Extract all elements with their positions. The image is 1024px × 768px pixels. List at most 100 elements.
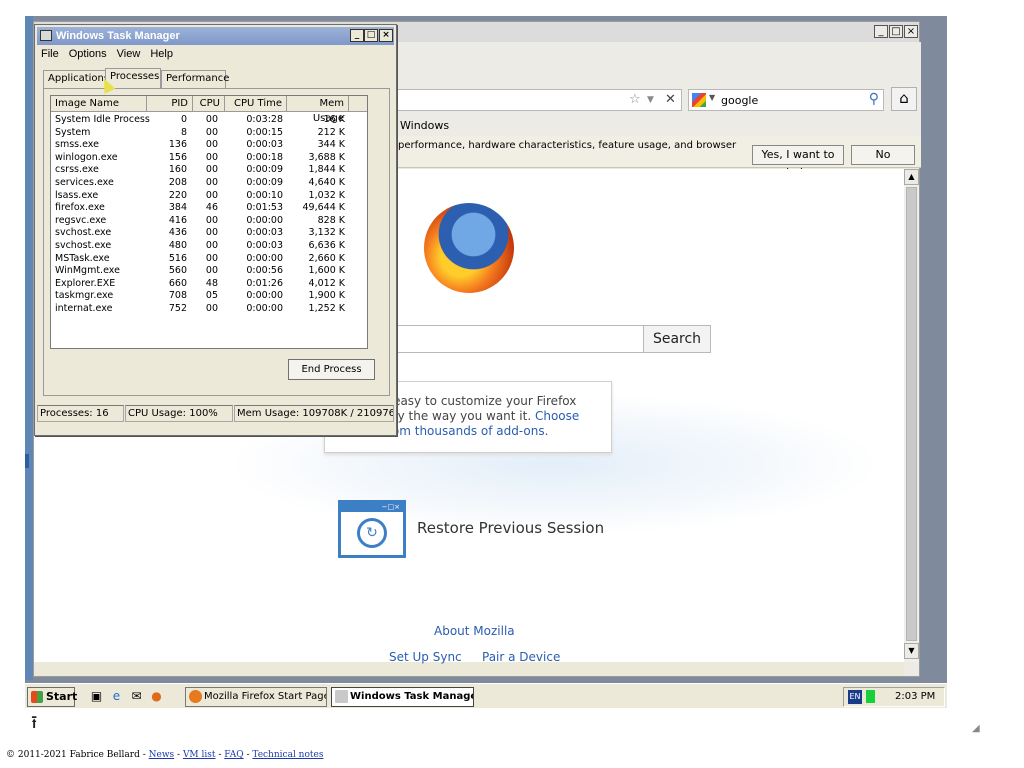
process-row[interactable]: csrss.exe 160 00 0:00:09 1,844 K <box>51 164 367 177</box>
close-icon[interactable]: × <box>379 29 393 42</box>
google-icon[interactable] <box>692 93 706 107</box>
process-cell: 00 <box>205 114 218 125</box>
process-cell: 0:01:53 <box>246 202 283 214</box>
process-cell: 05 <box>205 290 218 302</box>
process-row[interactable]: regsvc.exe 416 00 0:00:00 828 K <box>51 215 367 228</box>
dropdown-icon[interactable]: ▼ <box>647 95 654 105</box>
search-icon[interactable]: ⚲ <box>869 91 879 107</box>
process-cell: 00 <box>205 303 218 314</box>
about-mozilla-link[interactable]: About Mozilla <box>434 624 515 638</box>
process-cell: 48 <box>205 277 218 289</box>
process-cell: 00 <box>205 126 218 138</box>
google-search-input[interactable] <box>391 325 647 353</box>
stop-icon[interactable]: ✕ <box>665 92 676 107</box>
process-row[interactable]: System Idle Process 0 00 0:03:28 16 K <box>51 114 367 127</box>
process-cell: 0:00:03 <box>246 227 283 239</box>
process-cell: Explorer.EXE <box>55 277 116 289</box>
col-mem-usage[interactable]: Mem Usage <box>287 96 349 124</box>
show-desktop-icon[interactable]: ▣ <box>89 689 104 704</box>
process-row[interactable]: firefox.exe 384 46 0:01:53 49,644 K <box>51 202 367 215</box>
minimize-icon[interactable]: _ <box>350 29 364 42</box>
bookmark-item[interactable]: Windows <box>400 119 449 132</box>
maximize-icon[interactable]: □ <box>364 29 378 42</box>
no-button[interactable]: No <box>851 145 915 165</box>
restore-session-button[interactable]: Restore Previous Session <box>417 519 604 537</box>
process-cell: 0:00:00 <box>246 290 283 302</box>
process-row[interactable]: Explorer.EXE 660 48 0:01:26 4,012 K <box>51 278 367 291</box>
col-cpu-time[interactable]: CPU Time <box>225 96 287 112</box>
vm-screen[interactable]: _ □ × ☆ ▼ ✕ ▼ google ⚲ ⌂ Windows perform… <box>25 16 947 708</box>
scroll-thumb[interactable] <box>906 187 917 641</box>
process-cell: 416 <box>168 214 187 226</box>
process-cell: 00 <box>205 227 218 239</box>
faq-link[interactable]: FAQ <box>224 750 243 760</box>
search-box[interactable]: ▼ google ⚲ <box>688 89 884 111</box>
end-process-button[interactable]: End Process <box>288 359 375 380</box>
taskbar-firefox[interactable]: Mozilla Firefox Start Page... <box>185 687 327 707</box>
vertical-scrollbar[interactable]: ▲ ▼ <box>904 169 919 662</box>
process-cell: 384 <box>168 202 187 214</box>
close-icon[interactable]: × <box>904 25 918 38</box>
setup-sync-link[interactable]: Set Up Sync <box>389 650 462 664</box>
process-list[interactable]: Image Name PID CPU CPU Time Mem Usage Sy… <box>50 95 368 349</box>
tip-link[interactable]: Choose <box>535 409 579 423</box>
clock[interactable]: 2:03 PM <box>895 691 935 702</box>
process-row[interactable]: lsass.exe 220 00 0:00:10 1,032 K <box>51 190 367 203</box>
google-search-button[interactable]: Search <box>643 325 711 353</box>
process-row[interactable]: svchost.exe 436 00 0:00:03 3,132 K <box>51 227 367 240</box>
vm-list-link[interactable]: VM list <box>183 750 216 760</box>
home-icon[interactable]: ⌂ <box>891 87 917 111</box>
url-bar[interactable]: ☆ ▼ ✕ <box>394 89 682 111</box>
process-row[interactable]: System 8 00 0:00:15 212 K <box>51 127 367 140</box>
process-row[interactable]: winlogon.exe 156 00 0:00:18 3,688 K <box>51 152 367 165</box>
pair-device-link[interactable]: Pair a Device <box>482 650 560 664</box>
start-label: Start <box>46 690 78 703</box>
process-cell: 16 K <box>323 114 345 125</box>
firefox-quicklaunch-icon[interactable]: ● <box>149 689 164 704</box>
maximize-icon[interactable]: □ <box>889 25 903 38</box>
col-cpu[interactable]: CPU <box>193 96 225 112</box>
process-row[interactable]: internat.exe 752 00 0:00:00 1,252 K <box>51 303 367 316</box>
restore-session-icon[interactable]: −□× ↻ <box>338 500 406 558</box>
ie-icon[interactable]: e <box>109 689 124 704</box>
language-indicator[interactable]: EN <box>848 690 862 704</box>
menu-file[interactable]: File <box>41 48 59 60</box>
engine-dropdown-icon[interactable]: ▼ <box>709 93 715 102</box>
task-manager-titlebar[interactable]: Windows Task Manager _ □ × <box>37 27 394 45</box>
process-row[interactable]: taskmgr.exe 708 05 0:00:00 1,900 K <box>51 290 367 303</box>
col-pid[interactable]: PID <box>147 96 193 112</box>
start-button[interactable]: Start <box>27 687 78 707</box>
bookmark-star-icon[interactable]: ☆ <box>629 92 641 107</box>
scroll-down-icon[interactable]: ▼ <box>904 643 919 659</box>
notification-text: performance, hardware characteristics, f… <box>398 140 737 151</box>
process-row[interactable]: WinMgmt.exe 560 00 0:00:56 1,600 K <box>51 265 367 278</box>
menu-view[interactable]: View <box>117 48 141 60</box>
technical-notes-link[interactable]: Technical notes <box>252 750 323 760</box>
process-cell: 828 K <box>317 214 345 226</box>
tip-link2[interactable]: from thousands of add-ons. <box>383 424 548 438</box>
status-mem: Mem Usage: 109708K / 210976K <box>234 405 394 422</box>
yes-help-button[interactable]: Yes, I want to help <box>752 145 844 179</box>
menu-options[interactable]: Options <box>69 48 107 60</box>
upload-icon[interactable]: ⭱ <box>31 710 37 740</box>
process-row[interactable]: svchost.exe 480 00 0:00:03 6,636 K <box>51 240 367 253</box>
news-link[interactable]: News <box>149 750 175 760</box>
tab-performance[interactable]: Performance <box>161 70 229 88</box>
taskbar-task-manager[interactable]: Windows Task Manager <box>331 687 474 707</box>
minimize-icon[interactable]: _ <box>874 25 888 38</box>
menu-help[interactable]: Help <box>150 48 173 60</box>
network-icon[interactable] <box>866 690 875 703</box>
tab-applications[interactable]: Applications <box>43 70 109 88</box>
process-cell: 4,012 K <box>308 277 345 289</box>
process-cell: svchost.exe <box>55 227 112 239</box>
firefox-logo <box>424 203 514 293</box>
taskbar-taskmgr-label: Windows Task Manager <box>350 691 474 702</box>
col-image-name[interactable]: Image Name <box>51 96 147 112</box>
process-row[interactable]: MSTask.exe 516 00 0:00:00 2,660 K <box>51 253 367 266</box>
process-row[interactable]: smss.exe 136 00 0:00:03 344 K <box>51 139 367 152</box>
status-cpu: CPU Usage: 100% <box>125 405 233 422</box>
process-row[interactable]: services.exe 208 00 0:00:09 4,640 K <box>51 177 367 190</box>
resize-handle-icon[interactable]: ◢ <box>972 723 980 734</box>
scroll-up-icon[interactable]: ▲ <box>904 169 919 185</box>
outlook-icon[interactable]: ✉ <box>129 689 144 704</box>
